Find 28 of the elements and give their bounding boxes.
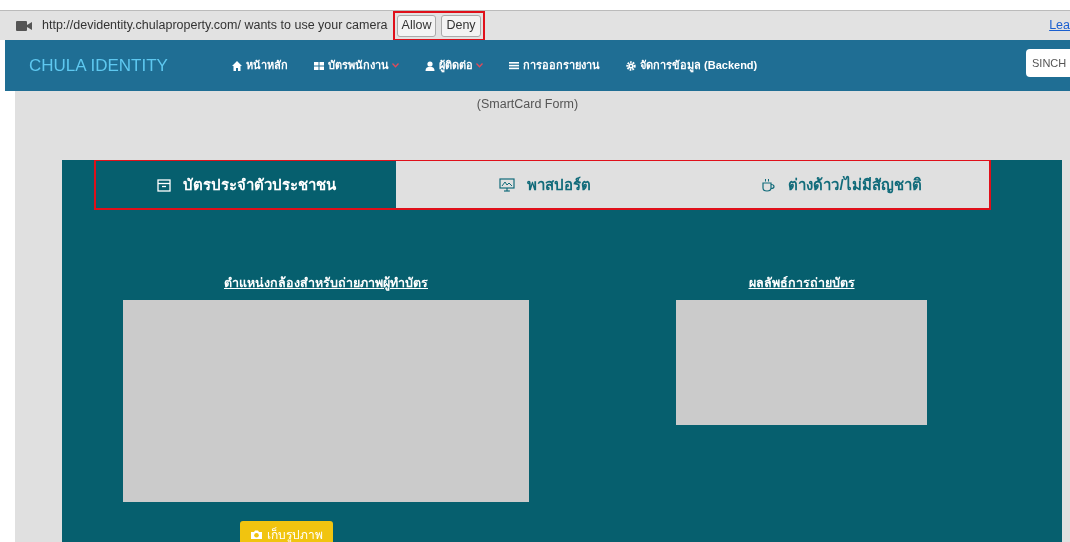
- camera-icon: [249, 529, 263, 541]
- caret-icon: [392, 63, 399, 68]
- deny-button[interactable]: Deny: [441, 14, 481, 37]
- nav-link[interactable]: การออกรายงาน: [508, 57, 600, 74]
- form-subtitle: (SmartCard Form): [475, 96, 580, 113]
- brand-title[interactable]: CHULA IDENTITY: [29, 52, 209, 79]
- presentation-icon: [498, 178, 515, 192]
- search-field[interactable]: SINCH: [1026, 49, 1070, 77]
- grid-icon: [313, 59, 325, 72]
- list-icon: [508, 59, 520, 72]
- user-icon: [424, 59, 436, 72]
- learn-more-link[interactable]: Lea: [1049, 16, 1070, 35]
- allow-button[interactable]: Allow: [396, 14, 437, 37]
- camera-section-title: ตำแหน่งกล้องสำหรับถ่ายภาพผู้ทำบัตร: [224, 275, 428, 293]
- tab[interactable]: ต่างด้าว/ไม่มีสัญชาติ: [693, 160, 990, 210]
- caret-icon: [476, 63, 483, 68]
- cup-icon: [761, 177, 777, 193]
- camera-icon: [16, 20, 32, 31]
- tab[interactable]: พาสปอร์ต: [396, 160, 693, 210]
- nav-link[interactable]: บัตรพนักงาน: [313, 57, 399, 74]
- permission-message: http://devidentity.chulaproperty.com/ wants to use your camera: [42, 17, 388, 35]
- card-icon: [156, 178, 171, 192]
- nav-link[interactable]: หน้าหลัก: [231, 57, 288, 74]
- result-section-title: ผลลัพธ์การถ่ายบัตร: [748, 275, 855, 292]
- nav-link[interactable]: ผู้ติดต่อ: [424, 57, 483, 74]
- home-icon: [231, 59, 243, 72]
- settings-icon: [625, 59, 637, 72]
- nav-link[interactable]: จัดการข้อมูล (Backend): [625, 57, 758, 74]
